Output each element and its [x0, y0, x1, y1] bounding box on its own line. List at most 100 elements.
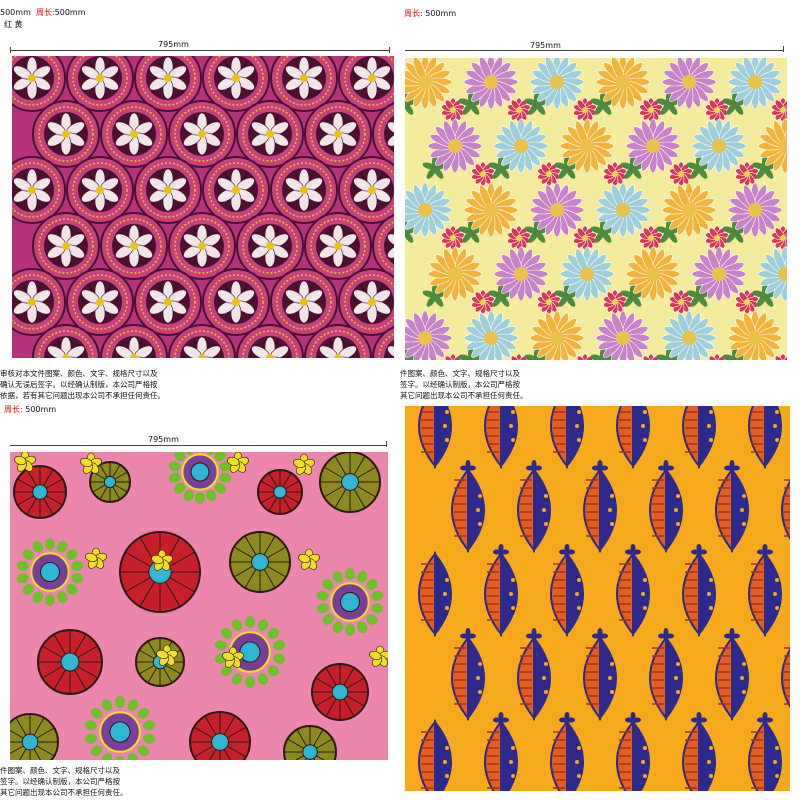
disclaimer-line-2: 确认无误后签字。以经确认制版，本公司严格按	[0, 380, 158, 389]
leaf-dot	[775, 774, 779, 778]
flower-center	[550, 203, 564, 217]
flower-center	[646, 267, 660, 281]
leaf-ring	[345, 568, 355, 580]
medallion-center	[164, 74, 172, 82]
cross-motif	[460, 465, 468, 471]
leaf-dot	[641, 760, 645, 764]
flower-center	[748, 75, 762, 89]
disc-center	[103, 475, 117, 489]
width-dimension-label: 795mm	[530, 41, 561, 50]
leaf-dot	[740, 508, 744, 512]
circumference-label: 周长:	[4, 405, 23, 414]
flower-center	[514, 267, 528, 281]
flower-center	[418, 331, 432, 345]
flower-center	[418, 203, 432, 217]
leaf-dot	[577, 606, 581, 610]
leaf-dot	[575, 760, 579, 764]
flower-center	[682, 331, 696, 345]
leaf-ring	[45, 538, 55, 550]
design-panel-floral: 周长: 500mm 795mm 件图案、颜色、文字、规格尺寸以及 签字。以经确认…	[400, 0, 800, 400]
leaf-dot	[445, 578, 449, 582]
leaf-ring	[345, 624, 355, 636]
medallion-center	[164, 186, 172, 194]
leaf-dot	[674, 508, 678, 512]
small-flower-center	[780, 235, 786, 241]
leaf-dot	[709, 578, 713, 582]
disclaimer-line-1: 件图案、颜色、文字、规格尺寸以及	[400, 369, 520, 378]
leaf-dot	[575, 592, 579, 596]
leaf-dot	[445, 410, 449, 414]
leaf-dot	[608, 676, 612, 680]
flower-center	[580, 267, 594, 281]
leaf-dot	[641, 424, 645, 428]
leaf-dot	[610, 662, 614, 666]
disc-center	[239, 641, 261, 663]
cross-motif	[625, 549, 633, 555]
leaf-dot	[511, 578, 515, 582]
flower-center	[646, 139, 660, 153]
cross-motif	[757, 549, 765, 555]
medallion-center	[232, 74, 240, 82]
leaf-dot	[610, 522, 614, 526]
leaf-dot	[577, 578, 581, 582]
leaf-dot	[509, 760, 513, 764]
flower-center	[712, 139, 726, 153]
small-flower-center	[450, 235, 456, 241]
leaf-dot	[610, 690, 614, 694]
leaf-dot	[742, 690, 746, 694]
leaf-dot	[676, 662, 680, 666]
leaf-dot	[707, 592, 711, 596]
leaf-dot	[542, 508, 546, 512]
leaf-dot	[775, 606, 779, 610]
cross-motif	[625, 717, 633, 723]
cross-motif	[658, 465, 666, 471]
width-ruler	[10, 445, 386, 446]
disc-center	[109, 721, 131, 743]
medallion-center	[62, 130, 70, 138]
ruler-tick-left	[10, 47, 11, 53]
leaf-dot	[476, 508, 480, 512]
leaf-dot	[775, 438, 779, 442]
fabric-sample-circles	[10, 452, 388, 760]
leaf-dot	[773, 592, 777, 596]
flower-center	[484, 331, 498, 345]
medallion-center	[96, 74, 104, 82]
leaf-dot	[544, 494, 548, 498]
flower-center	[748, 331, 762, 345]
small-flower-center	[612, 299, 618, 305]
disclaimer-line-3: 其它问题出现本公司不承担任何责任。	[400, 391, 528, 400]
leaf-dot	[643, 606, 647, 610]
spec-header: 周长: 500mm	[404, 9, 456, 19]
cross-motif	[493, 549, 501, 555]
leaf-dot	[445, 438, 449, 442]
leaf-dot	[742, 522, 746, 526]
cross-motif	[460, 633, 468, 639]
cross-motif	[724, 633, 732, 639]
cross-motif	[559, 549, 567, 555]
disclaimer-line-3: 其它问题出现本公司不承担任何责任。	[0, 788, 128, 797]
leaf-ring	[45, 594, 55, 606]
disc-center	[251, 553, 269, 571]
medallion-center	[334, 242, 342, 250]
cross-motif	[526, 633, 534, 639]
width-dimension-label: 795mm	[158, 40, 189, 49]
leaf-dot	[443, 592, 447, 596]
leaf-dot	[443, 760, 447, 764]
leaf-ring	[195, 492, 205, 504]
leaf-dot	[742, 662, 746, 666]
medallion-center	[266, 130, 274, 138]
leaf-dot	[542, 676, 546, 680]
design-panel-pink-medallion: 500mm 周长:500mm 红 黄 795mm 审核对本文件图案、颜色、文字、…	[0, 0, 400, 400]
size-value-a: 500mm	[0, 8, 31, 17]
medallion-center	[164, 298, 172, 306]
width-dimension-label: 795mm	[148, 435, 179, 444]
disclaimer-line-3: 依据，若有其它问题出现本公司不承担任何责任。	[0, 391, 165, 400]
disclaimer-line-2: 签字。以经确认制版，本公司严格按	[0, 777, 120, 786]
fabric-sample-medallion	[12, 56, 394, 358]
medallion-center	[232, 186, 240, 194]
circumference-value: 500mm	[54, 8, 86, 17]
leaf-dot	[643, 410, 647, 414]
leaf-dot	[478, 494, 482, 498]
leaf-dot	[608, 508, 612, 512]
small-flower-center	[612, 171, 618, 177]
